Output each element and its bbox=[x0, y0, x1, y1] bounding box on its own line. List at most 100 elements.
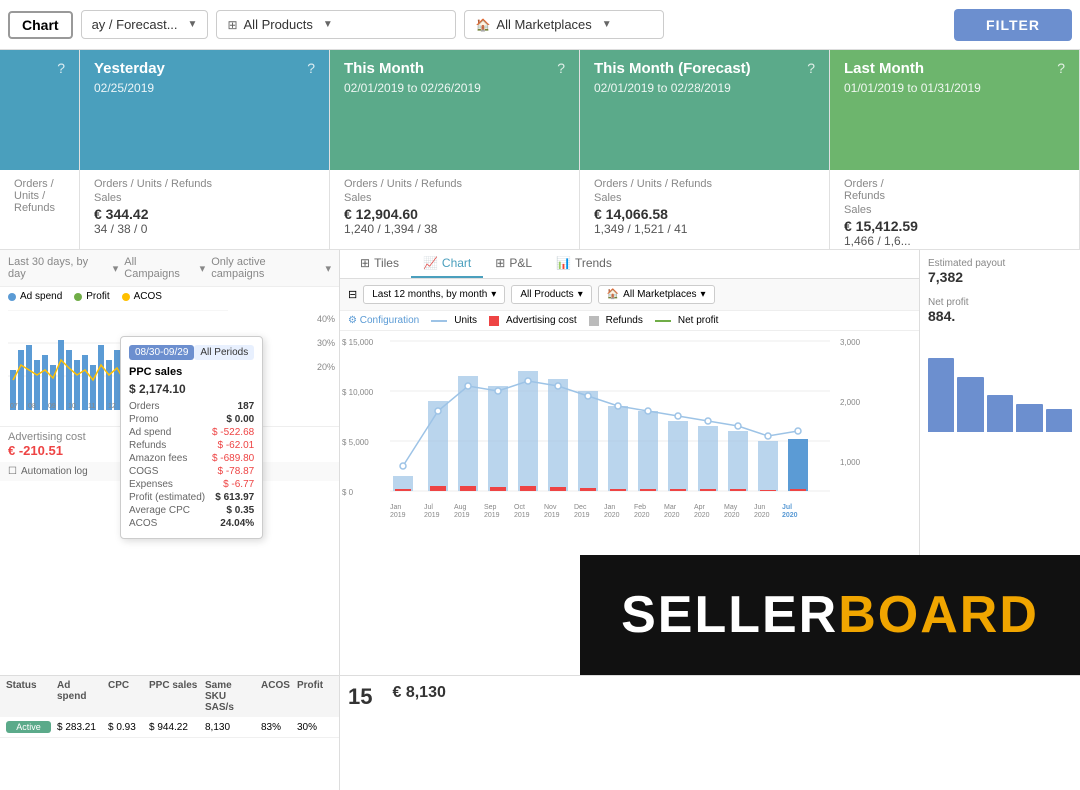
legend-netprofit: Net profit bbox=[655, 315, 719, 326]
svg-text:Jun: Jun bbox=[754, 504, 765, 511]
svg-text:2,000: 2,000 bbox=[840, 398, 861, 407]
card-this-month-help-icon: ? bbox=[557, 60, 565, 76]
last30-label: Last 30 days, by day bbox=[8, 256, 107, 280]
top-bar: Chart ay / Forecast... ▼ ⊞ All Products … bbox=[0, 0, 1080, 50]
row-status: Active bbox=[6, 721, 51, 733]
t-amazon-value: $ -689.80 bbox=[212, 453, 254, 464]
legend-acos: ACOS bbox=[122, 291, 162, 302]
last-month-refunds-label: Refunds bbox=[844, 190, 1065, 202]
data-cell-last-month: Orders / Refunds Sales € 15,412.59 1,466… bbox=[830, 170, 1080, 249]
chart-products-dropdown[interactable]: All Products ▾ bbox=[511, 285, 591, 304]
col-ppcsales: PPC sales bbox=[149, 680, 199, 713]
yesterday-data-label: Orders / Units / Refunds bbox=[94, 178, 315, 190]
adcost-legend-label: Advertising cost bbox=[506, 315, 577, 326]
configuration-label[interactable]: ⚙ Configuration bbox=[348, 315, 419, 326]
chart-button[interactable]: Chart bbox=[8, 11, 73, 39]
tiles-icon: ⊞ bbox=[360, 256, 370, 270]
tab-tiles[interactable]: ⊞ Tiles bbox=[348, 250, 411, 278]
estimated-payout-label: Estimated payout bbox=[928, 258, 1072, 269]
units-legend-label: Units bbox=[454, 315, 477, 326]
card-help-icon: ? bbox=[57, 60, 65, 76]
chart-products-label: All Products bbox=[520, 289, 573, 300]
marketplaces-label: All Marketplaces bbox=[496, 17, 591, 32]
time-filter-dropdown[interactable]: Last 12 months, by month ▾ bbox=[363, 285, 505, 304]
svg-text:Mar: Mar bbox=[664, 504, 677, 511]
tiles-label: Tiles bbox=[374, 256, 399, 270]
chart-legend: Ad spend Profit ACOS bbox=[0, 287, 339, 306]
svg-text:$ 15,000: $ 15,000 bbox=[342, 338, 374, 347]
products-icon: ⊞ bbox=[227, 18, 237, 32]
clock-icon: ⊟ bbox=[348, 288, 357, 301]
marketplaces-arrow-icon: ▼ bbox=[602, 19, 612, 30]
time-filter-arrow-icon: ▾ bbox=[491, 289, 496, 300]
svg-text:09: 09 bbox=[48, 403, 56, 410]
svg-text:2019: 2019 bbox=[514, 512, 530, 519]
tooltip-row-avg-cpc: Average CPC $ 0.35 bbox=[129, 504, 254, 517]
units-legend-line bbox=[431, 320, 447, 322]
forecast-data-label: Orders / Units / Refunds bbox=[594, 178, 815, 190]
card-this-month-title: This Month bbox=[344, 60, 565, 77]
tab-trends[interactable]: 📊 Trends bbox=[544, 250, 624, 278]
svg-text:Apr: Apr bbox=[694, 504, 706, 511]
this-month-orders-value: 1,240 / 1,394 / 38 bbox=[344, 222, 565, 236]
profit-label: Profit bbox=[86, 291, 109, 302]
chart-products-arrow-icon: ▾ bbox=[578, 289, 583, 300]
t-orders-value: 187 bbox=[238, 401, 255, 412]
bottom-middle-panel: 15 € 8,130 bbox=[340, 676, 1080, 790]
svg-text:2019: 2019 bbox=[544, 512, 560, 519]
products-label: All Products bbox=[244, 17, 313, 32]
yesterday-sales-value: € 344.42 bbox=[94, 206, 315, 222]
card-forecast: This Month (Forecast) 02/01/2019 to 02/2… bbox=[580, 50, 830, 170]
tooltip-title: PPC sales bbox=[129, 366, 254, 378]
svg-text:$ 0: $ 0 bbox=[342, 488, 354, 497]
r-bar-1 bbox=[928, 358, 954, 432]
svg-text:Aug: Aug bbox=[454, 504, 467, 511]
card-forecast-date: 02/01/2019 to 02/28/2019 bbox=[594, 81, 815, 95]
bottom-euro-value: € 8,130 bbox=[392, 684, 445, 782]
cards-row: ? Yesterday 02/25/2019 ? This Month 02/0… bbox=[0, 50, 1080, 170]
svg-text:2019: 2019 bbox=[454, 512, 470, 519]
adcost-legend-dot bbox=[489, 316, 499, 326]
products-dropdown[interactable]: ⊞ All Products ▼ bbox=[216, 10, 456, 39]
tab-pl[interactable]: ⊞ P&L bbox=[483, 250, 544, 278]
this-month-sales-value: € 12,904.60 bbox=[344, 206, 565, 222]
svg-text:2020: 2020 bbox=[634, 512, 650, 519]
bottom-table-header: Status Ad spend CPC PPC sales Same SKU S… bbox=[0, 676, 339, 717]
t-promo-value: $ 0.00 bbox=[226, 414, 254, 425]
tooltip-row-amazon: Amazon fees $ -689.80 bbox=[129, 452, 254, 465]
forecast-dropdown[interactable]: ay / Forecast... ▼ bbox=[81, 10, 209, 39]
data-cell-forecast: Orders / Units / Refunds Sales € 14,066.… bbox=[580, 170, 830, 249]
t-adspend-value: $ -522.68 bbox=[212, 427, 254, 438]
svg-text:Oct: Oct bbox=[514, 504, 525, 511]
svg-text:Jan: Jan bbox=[390, 504, 401, 511]
data-cell-units-label: Orders / Units / Refunds bbox=[0, 170, 80, 249]
pl-label: P&L bbox=[509, 256, 532, 270]
tooltip-total: $ 2,174.10 bbox=[129, 382, 254, 396]
t-amazon-label: Amazon fees bbox=[129, 453, 187, 464]
card-yesterday-help-icon: ? bbox=[307, 60, 315, 76]
tab-chart[interactable]: 📈 Chart bbox=[411, 250, 483, 278]
percent-labels: 40% 30% 20% bbox=[317, 314, 335, 372]
pct-30: 30% bbox=[317, 338, 335, 348]
filter-button[interactable]: FILTER bbox=[954, 9, 1072, 41]
svg-text:Nov: Nov bbox=[544, 504, 557, 511]
col-status: Status bbox=[6, 680, 51, 713]
t-refunds-value: $ -62.01 bbox=[218, 440, 255, 451]
chart-marketplaces-dropdown[interactable]: 🏠 All Marketplaces ▾ bbox=[598, 285, 715, 304]
marketplaces-dropdown[interactable]: 🏠 All Marketplaces ▼ bbox=[464, 10, 664, 39]
legend-units: Units bbox=[431, 315, 477, 326]
profit-dot bbox=[74, 293, 82, 301]
tooltip-row-cogs: COGS $ -78.87 bbox=[129, 465, 254, 478]
col-profit: Profit bbox=[297, 680, 327, 713]
left-panel-header: Last 30 days, by day ▾ All Campaigns ▾ O… bbox=[0, 250, 339, 287]
col-acos: ACOS bbox=[261, 680, 291, 713]
legend-refunds: Refunds bbox=[589, 315, 643, 326]
card-last-month-help-icon: ? bbox=[1057, 60, 1065, 76]
forecast-sales-label: Sales bbox=[594, 192, 815, 204]
chart-marketplaces-arrow-icon: ▾ bbox=[701, 289, 706, 300]
col-adspend: Ad spend bbox=[57, 680, 102, 713]
time-filter-label: Last 12 months, by month bbox=[372, 289, 487, 300]
active-campaigns-label: Only active campaigns bbox=[211, 256, 319, 280]
t-adspend-label: Ad spend bbox=[129, 427, 171, 438]
t-expenses-label: Expenses bbox=[129, 479, 173, 490]
